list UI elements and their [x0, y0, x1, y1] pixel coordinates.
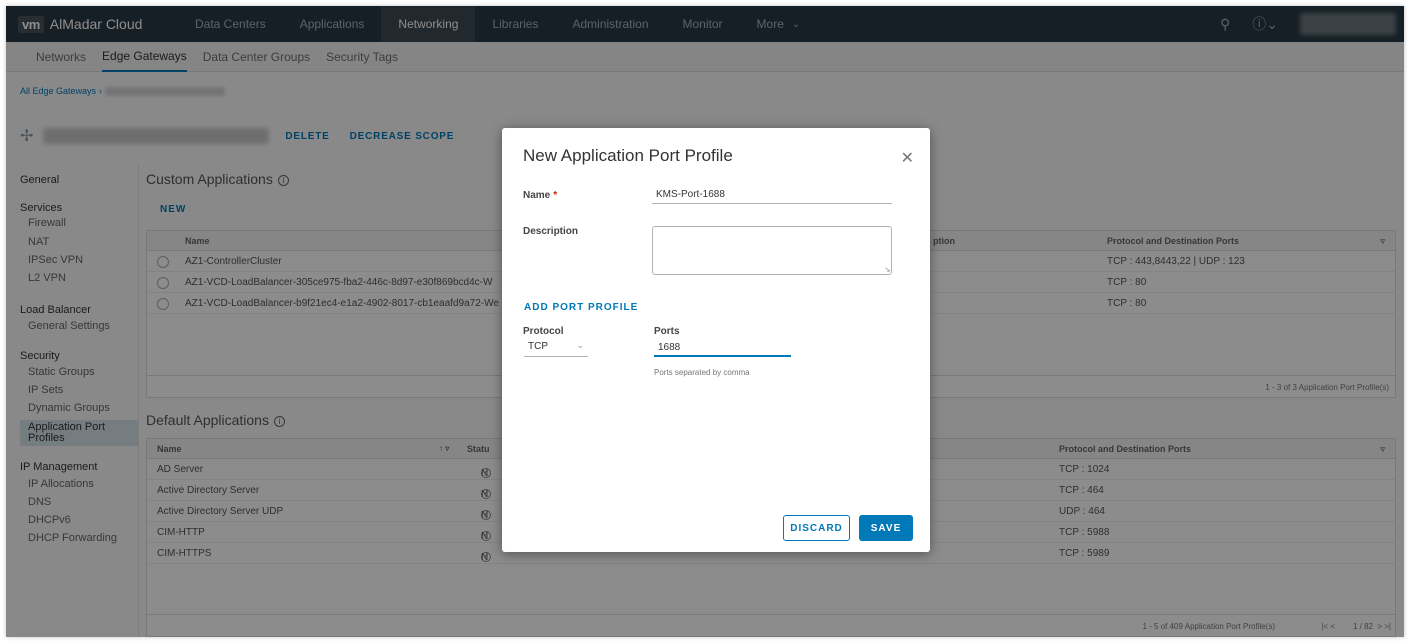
modal-title: New Application Port Profile — [523, 146, 733, 165]
protocol-label: Protocol — [523, 326, 564, 337]
ports-label: Ports — [654, 326, 680, 337]
resize-grip-icon[interactable]: ↘ — [884, 266, 891, 274]
close-icon[interactable]: ✕ — [901, 148, 914, 168]
save-button[interactable]: SAVE — [859, 515, 913, 541]
required-marker: * — [553, 190, 558, 201]
name-label: Name * — [523, 190, 557, 201]
add-port-profile-link[interactable]: ADD PORT PROFILE — [524, 302, 638, 313]
protocol-select[interactable]: TCP ⌄ — [524, 339, 588, 357]
name-label-text: Name — [523, 190, 551, 201]
name-input[interactable] — [652, 186, 892, 204]
protocol-value: TCP — [528, 341, 548, 352]
description-label: Description — [523, 226, 579, 237]
ports-input[interactable] — [654, 339, 791, 357]
chevron-down-icon: ⌄ — [576, 340, 584, 350]
new-port-profile-modal: New Application Port Profile ✕ Name* Des… — [502, 128, 930, 552]
discard-button[interactable]: DISCARD — [783, 515, 850, 541]
description-input[interactable] — [652, 226, 892, 275]
ports-helper-text: Ports separated by comma — [654, 368, 750, 377]
app-window: vm AlMadar Cloud Data Centers Applicatio… — [6, 6, 1404, 637]
